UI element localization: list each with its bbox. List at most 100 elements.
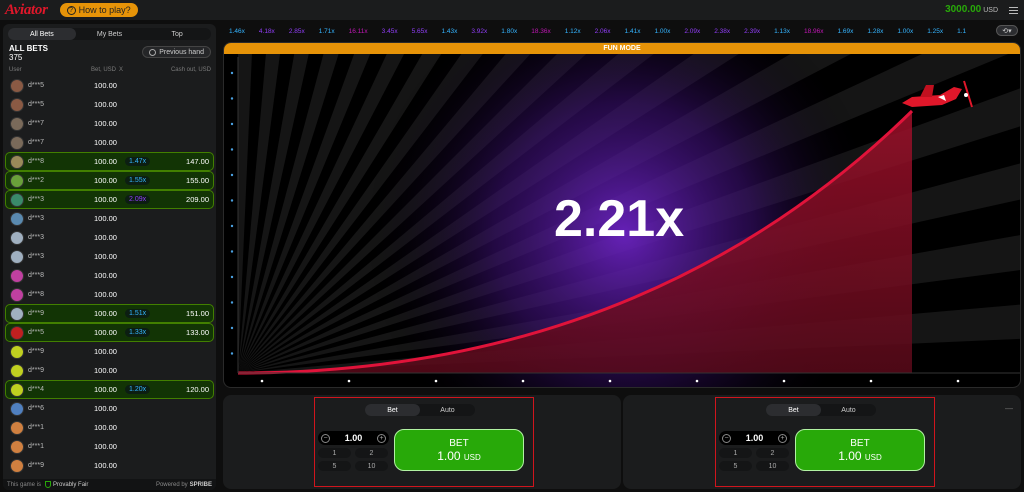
history-multiplier[interactable]: 4.18x <box>254 28 280 35</box>
bet-amount: 100.00 <box>94 233 117 242</box>
bet-amount: 100.00 <box>94 176 117 185</box>
remove-panel-button[interactable]: — <box>1005 404 1013 413</box>
quick-amount-button[interactable]: 1 <box>318 448 351 458</box>
history-multiplier[interactable]: 1.80x <box>496 28 522 35</box>
bet-amount: 1.00 <box>437 448 461 463</box>
tab-auto[interactable]: Auto <box>420 404 475 416</box>
bet-row: d***1 100.00 <box>5 418 214 437</box>
spribe-logo: SPRIBE <box>189 481 212 488</box>
history-multiplier[interactable]: 1.13x <box>769 28 795 35</box>
player-name: d***3 <box>28 253 44 260</box>
player-name: d***5 <box>28 329 44 336</box>
bet-row: d***3 100.00 2.09x 209.00 <box>5 190 214 209</box>
tab-bet[interactable]: Bet <box>365 404 420 416</box>
all-bets-title: ALL BETS <box>9 44 48 53</box>
bet-amount: 100.00 <box>94 347 117 356</box>
player-name: d***8 <box>28 291 44 298</box>
plus-icon[interactable]: + <box>778 433 787 443</box>
player-name: d***9 <box>28 348 44 355</box>
history-dropdown-button[interactable]: ⟲▾ <box>996 25 1018 36</box>
history-multiplier[interactable]: 1.25x <box>922 28 948 35</box>
tab-all-bets[interactable]: All Bets <box>8 28 76 40</box>
bet-amount: 100.00 <box>94 366 117 375</box>
stake-stepper: − 1.00 + <box>719 431 790 445</box>
bet-panel-2: Bet Auto − 1.00 + 1 2 5 10 BET 1.00 USD … <box>623 395 1021 489</box>
history-multiplier[interactable]: 18.36x <box>526 28 556 35</box>
history-multiplier[interactable]: 3.45x <box>377 28 403 35</box>
history-multiplier[interactable]: 1.71x <box>314 28 340 35</box>
bet-amount: 100.00 <box>94 461 117 470</box>
bet-button-label: BET <box>850 437 870 449</box>
how-to-play-button[interactable]: ? How to play? <box>59 3 138 17</box>
tab-my-bets[interactable]: My Bets <box>76 28 144 40</box>
history-multiplier[interactable]: 1.00x <box>649 28 675 35</box>
hamburger-menu-icon[interactable] <box>1006 3 1020 17</box>
cashout-amount: 147.00 <box>186 157 209 166</box>
history-multiplier[interactable]: 1.43x <box>436 28 462 35</box>
bet-row: d***3 100.00 <box>5 228 214 247</box>
history-multiplier[interactable]: 1.00x <box>892 28 918 35</box>
player-name: d***9 <box>28 310 44 317</box>
history-multiplier[interactable]: 1.28x <box>862 28 888 35</box>
player-name: d***8 <box>28 272 44 279</box>
bet-row: d***5 100.00 <box>5 76 214 95</box>
history-multiplier[interactable]: 2.09x <box>679 28 705 35</box>
previous-hand-button[interactable]: Previous hand <box>142 46 211 58</box>
quick-amount-button[interactable]: 10 <box>756 461 789 471</box>
y-axis-dot <box>230 352 234 355</box>
history-multiplier[interactable]: 1.1 <box>952 28 971 35</box>
history-multiplier[interactable]: 16.11x <box>344 28 373 35</box>
panel-footer: This game is Provably Fair Powered by SPR… <box>3 479 216 490</box>
provably-fair-link[interactable]: Provably Fair <box>43 481 88 488</box>
cashout-amount: 133.00 <box>186 328 209 337</box>
shield-icon <box>45 481 52 488</box>
bet-amount: 100.00 <box>94 195 117 204</box>
minus-icon[interactable]: − <box>321 433 330 443</box>
minus-icon[interactable]: − <box>722 433 731 443</box>
bet-amount: 100.00 <box>94 138 117 147</box>
history-multiplier[interactable]: 2.38x <box>709 28 735 35</box>
history-multiplier[interactable]: 2.85x <box>284 28 310 35</box>
quick-amount-button[interactable]: 2 <box>355 448 388 458</box>
bet-button[interactable]: BET 1.00 USD <box>394 429 524 471</box>
tab-auto[interactable]: Auto <box>821 404 876 416</box>
cashout-multiplier: 1.20x <box>125 385 151 394</box>
bet-amount: 100.00 <box>94 271 117 280</box>
bet-row: d***8 100.00 1.47x 147.00 <box>5 152 214 171</box>
avatar <box>10 173 24 188</box>
bet-row: d***9 100.00 1.51x 151.00 <box>5 304 214 323</box>
plus-icon[interactable]: + <box>377 433 386 443</box>
player-name: d***1 <box>28 443 44 450</box>
bet-controls-1: Bet Auto − 1.00 + 1 2 5 10 BET 1.00 USD <box>314 397 534 487</box>
bet-mode-tabs-1: Bet Auto <box>365 404 475 416</box>
history-multiplier[interactable]: 5.65x <box>407 28 433 35</box>
cashout-amount: 120.00 <box>186 385 209 394</box>
quick-amount-button[interactable]: 10 <box>355 461 388 471</box>
history-icon: ⟲▾ <box>1002 27 1012 35</box>
bet-button[interactable]: BET 1.00 USD <box>795 429 925 471</box>
stake-value[interactable]: 1.00 <box>345 433 363 443</box>
history-multiplier[interactable]: 2.06x <box>590 28 616 35</box>
history-multiplier[interactable]: 2.39x <box>739 28 765 35</box>
history-multiplier[interactable]: 1.12x <box>560 28 586 35</box>
quick-amount-button[interactable]: 5 <box>318 461 351 471</box>
y-axis-dot <box>230 275 234 279</box>
tab-top[interactable]: Top <box>143 28 211 40</box>
history-multiplier[interactable]: 18.96x <box>799 28 829 35</box>
avatar <box>10 458 24 473</box>
history-multiplier[interactable]: 1.69x <box>833 28 859 35</box>
quick-amount-button[interactable]: 5 <box>719 461 752 471</box>
quick-amount-button[interactable]: 1 <box>719 448 752 458</box>
history-multiplier[interactable]: 3.92x <box>466 28 492 35</box>
x-axis-dot <box>869 379 873 383</box>
avatar <box>10 135 24 150</box>
player-name: d***9 <box>28 367 44 374</box>
stake-value[interactable]: 1.00 <box>746 433 764 443</box>
y-axis-dot <box>230 71 234 75</box>
tab-bet[interactable]: Bet <box>766 404 821 416</box>
bet-row: d***4 100.00 1.20x 120.00 <box>5 380 214 399</box>
aviator-logo[interactable]: Aviator <box>5 2 48 19</box>
quick-amount-button[interactable]: 2 <box>756 448 789 458</box>
history-multiplier[interactable]: 1.46x <box>224 28 250 35</box>
history-multiplier[interactable]: 1.41x <box>620 28 646 35</box>
